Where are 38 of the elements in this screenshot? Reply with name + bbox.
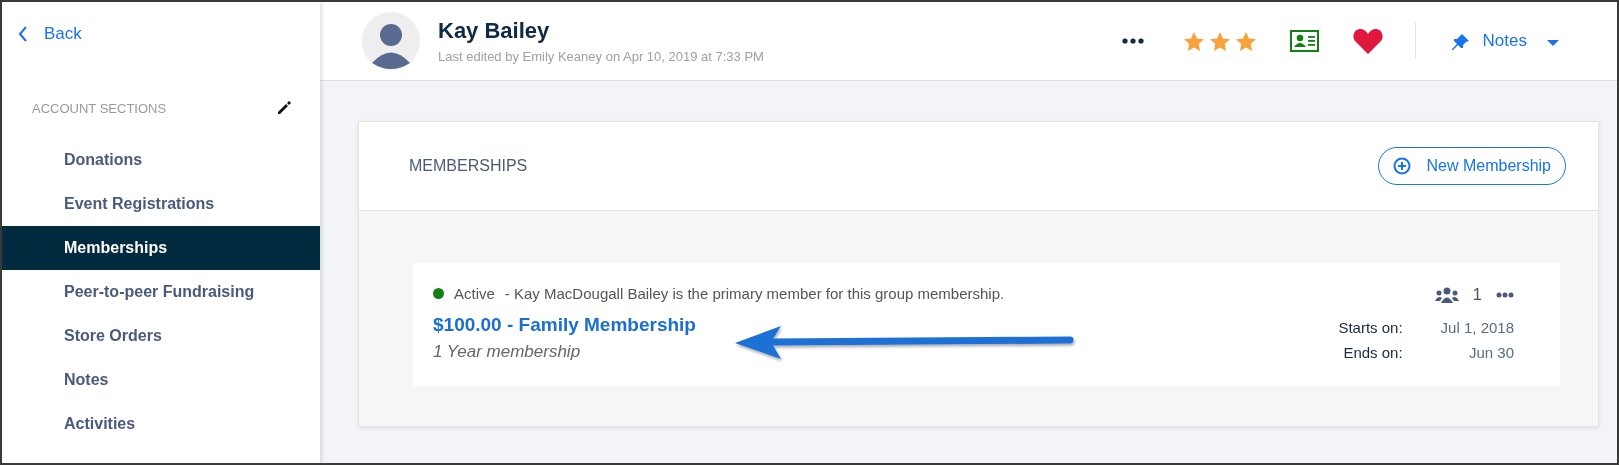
chevron-left-icon xyxy=(18,26,28,42)
avatar-icon xyxy=(362,12,420,70)
sidebar-item[interactable]: Activities xyxy=(2,402,320,446)
more-icon[interactable] xyxy=(1121,38,1144,44)
id-card-icon[interactable] xyxy=(1289,30,1319,52)
membership-link[interactable]: $100.00 - Family Membership xyxy=(433,314,696,336)
pencil-icon[interactable] xyxy=(276,100,292,116)
star-icon[interactable] xyxy=(1235,31,1256,51)
people-icon xyxy=(1434,287,1459,303)
member-count: 1 xyxy=(1472,285,1482,305)
sidebar-item[interactable]: Notes xyxy=(2,358,320,402)
last-edited-text: Last edited by Emily Keaney on Apr 10, 2019 at 7:33 PM xyxy=(438,49,764,64)
more-icon[interactable] xyxy=(1496,292,1514,298)
membership-term: 1 Year membership xyxy=(433,342,582,362)
sidebar-item[interactable]: Event Registrations xyxy=(2,182,320,226)
sidebar-item[interactable]: Memberships xyxy=(2,226,320,270)
sidebar-item[interactable]: Donations xyxy=(2,138,320,182)
membership-note: - Kay MacDougall Bailey is the primary member for this group membership. xyxy=(504,285,1005,302)
status-text: Active xyxy=(454,285,495,302)
panel-title: MEMBERSHIPS xyxy=(409,157,528,175)
date-label: Starts on: xyxy=(1338,319,1403,336)
date-value: Jul 1, 2018 xyxy=(1440,319,1514,336)
plus-circle-icon xyxy=(1392,157,1411,175)
caret-icon xyxy=(1547,40,1559,46)
star-icon[interactable] xyxy=(1183,31,1204,51)
date-value: Jun 30 xyxy=(1467,344,1514,361)
back-link[interactable]: Back xyxy=(2,2,82,44)
star-icon[interactable] xyxy=(1209,31,1230,51)
notes-label: Notes xyxy=(1482,31,1527,51)
pin-icon xyxy=(1451,32,1469,50)
sidebar-item[interactable]: Store Orders xyxy=(2,314,320,358)
section-heading: ACCOUNT SECTIONS xyxy=(32,100,167,116)
new-membership-button[interactable]: New Membership xyxy=(1377,147,1566,185)
sidebar-item[interactable]: Peer-to-peer Fundraising xyxy=(2,270,320,314)
notes-button[interactable]: Notes xyxy=(1445,30,1565,52)
date-label: Ends on: xyxy=(1342,344,1403,361)
contact-name: Kay Bailey xyxy=(438,18,551,44)
heart-icon[interactable] xyxy=(1352,28,1383,54)
